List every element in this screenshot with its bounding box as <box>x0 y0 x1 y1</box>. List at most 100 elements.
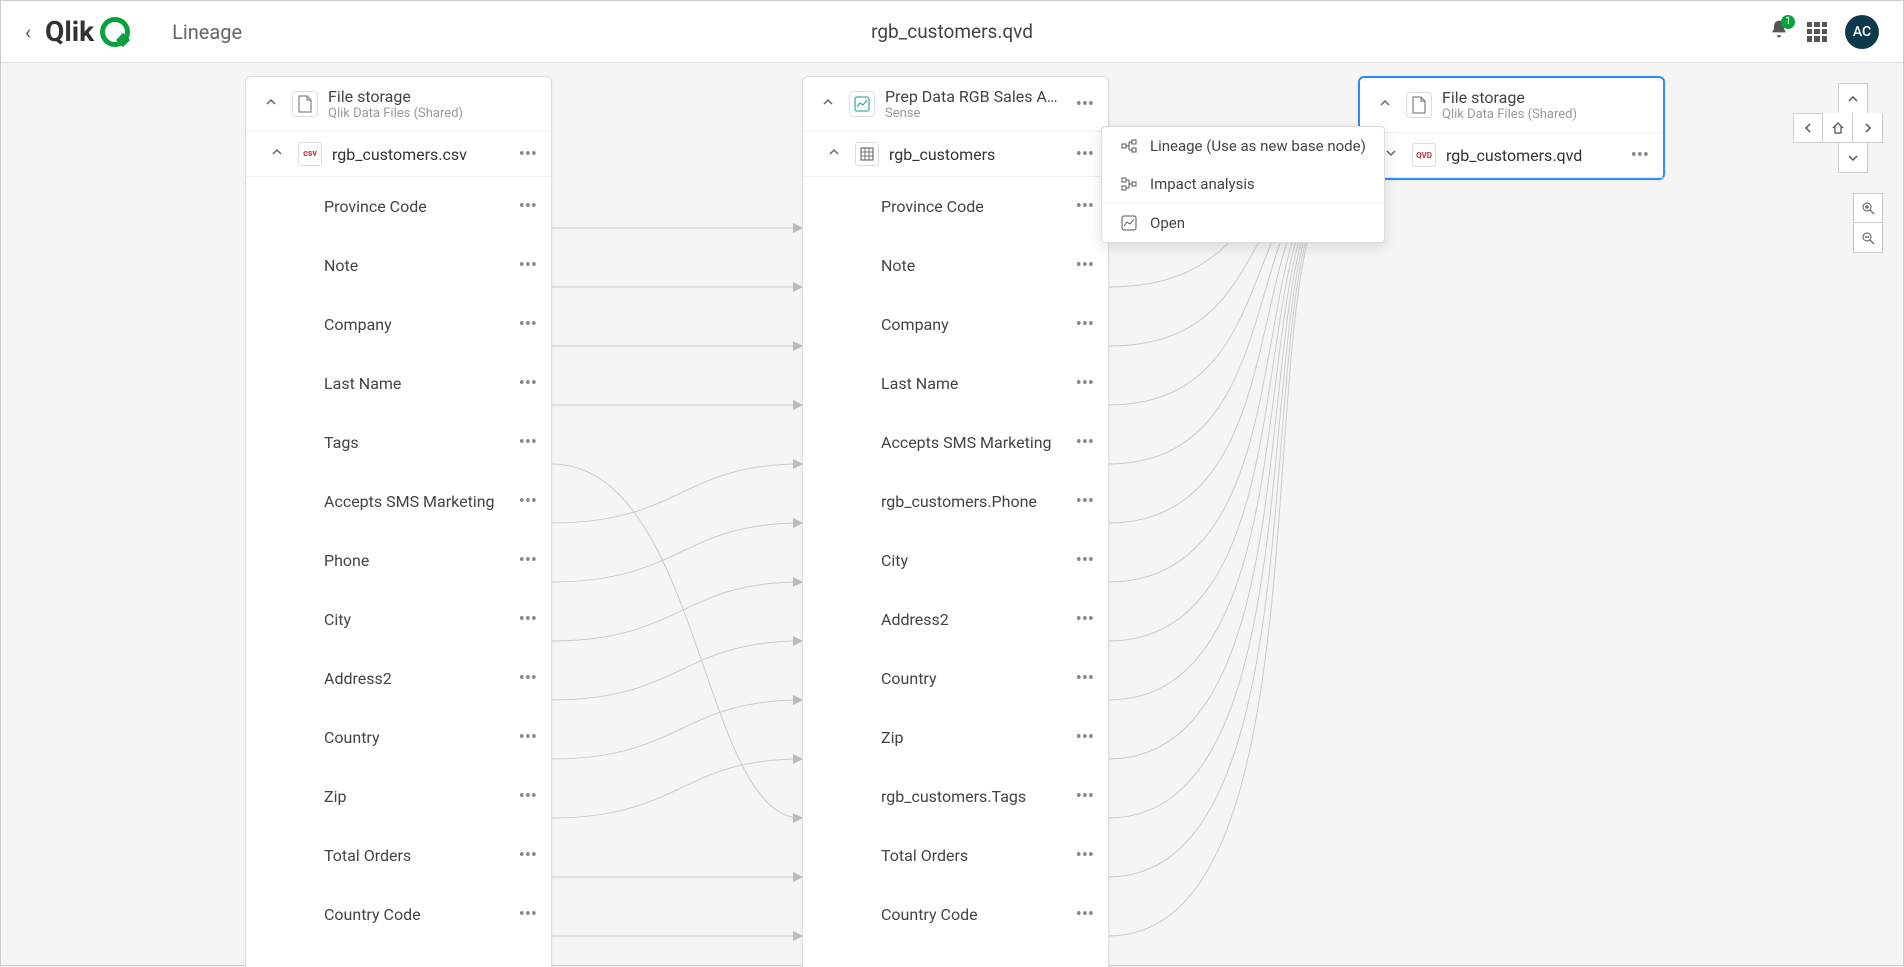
field-row[interactable]: Address2••• <box>246 649 551 708</box>
node-menu-button[interactable]: ••• <box>1076 94 1094 115</box>
field-row[interactable]: Note••• <box>803 236 1108 295</box>
row-menu-button[interactable]: ••• <box>1631 145 1649 166</box>
nav-down-button[interactable] <box>1838 143 1868 173</box>
row-menu-button[interactable]: ••• <box>519 144 537 165</box>
node-file-row[interactable]: csv rgb_customers.csv ••• <box>246 132 551 177</box>
field-label: Accepts SMS Marketing <box>817 433 1076 452</box>
field-label: Accepts SMS Marketing <box>260 492 519 511</box>
field-row[interactable]: Accepts SMS Marketing••• <box>246 472 551 531</box>
field-row[interactable]: Country Code••• <box>803 885 1108 944</box>
table-icon <box>855 142 879 166</box>
field-row[interactable]: Company••• <box>246 295 551 354</box>
collapse-toggle[interactable] <box>823 146 845 162</box>
field-label: Tags <box>260 433 519 452</box>
lineage-canvas[interactable]: File storage Qlik Data Files (Shared) cs… <box>1 63 1903 967</box>
zoom-out-button[interactable] <box>1853 223 1883 253</box>
field-label: Note <box>817 256 1076 275</box>
field-row[interactable]: Country Code••• <box>246 885 551 944</box>
field-row[interactable]: Total Orders••• <box>246 826 551 885</box>
collapse-toggle[interactable] <box>1374 97 1396 113</box>
field-menu-button[interactable]: ••• <box>1076 609 1094 630</box>
field-menu-button[interactable]: ••• <box>1076 550 1094 571</box>
field-menu-button[interactable]: ••• <box>519 668 537 689</box>
field-row[interactable]: Accepts SMS Marketing••• <box>803 413 1108 472</box>
field-row[interactable]: Country••• <box>246 708 551 767</box>
field-row[interactable]: City••• <box>246 590 551 649</box>
field-menu-button[interactable]: ••• <box>1076 845 1094 866</box>
field-row[interactable]: Zip••• <box>246 767 551 826</box>
field-row[interactable]: Phone••• <box>246 531 551 590</box>
row-menu-button[interactable]: ••• <box>1076 144 1094 165</box>
field-menu-button[interactable]: ••• <box>1076 196 1094 217</box>
node-prep-data[interactable]: Prep Data RGB Sales A… Sense ••• rgb_cus… <box>802 76 1109 967</box>
field-label: Note <box>260 256 519 275</box>
field-row[interactable]: Zip••• <box>803 708 1108 767</box>
field-menu-button[interactable]: ••• <box>1076 963 1094 967</box>
back-button[interactable]: ‹ <box>25 20 31 44</box>
field-menu-button[interactable]: ••• <box>1076 904 1094 925</box>
nav-up-button[interactable] <box>1838 83 1868 113</box>
nav-home-button[interactable] <box>1823 113 1853 143</box>
field-menu-button[interactable]: ••• <box>519 491 537 512</box>
node-file-row[interactable]: rgb_customers ••• <box>803 132 1108 177</box>
node-file-row[interactable]: QVD rgb_customers.qvd ••• <box>1360 133 1663 178</box>
field-menu-button[interactable]: ••• <box>519 432 537 453</box>
field-menu-button[interactable]: ••• <box>1076 668 1094 689</box>
node-file-storage-source[interactable]: File storage Qlik Data Files (Shared) cs… <box>245 76 552 967</box>
menu-item-impact[interactable]: Impact analysis <box>1102 165 1384 203</box>
field-row[interactable]: Last Name••• <box>246 354 551 413</box>
file-label: rgb_customers <box>889 145 1076 164</box>
field-menu-button[interactable]: ••• <box>519 550 537 571</box>
field-menu-button[interactable]: ••• <box>1076 255 1094 276</box>
zoom-in-button[interactable] <box>1853 193 1883 223</box>
field-list: Province Code•••Note•••Company•••Last Na… <box>246 177 551 967</box>
collapse-toggle[interactable] <box>817 96 839 112</box>
field-menu-button[interactable]: ••• <box>519 373 537 394</box>
field-menu-button[interactable]: ••• <box>519 904 537 925</box>
qvd-icon: QVD <box>1412 143 1436 167</box>
collapse-toggle[interactable] <box>266 146 288 162</box>
field-menu-button[interactable]: ••• <box>1076 491 1094 512</box>
user-avatar[interactable]: AC <box>1845 15 1879 49</box>
field-menu-button[interactable]: ••• <box>1076 373 1094 394</box>
menu-item-open[interactable]: Open <box>1102 203 1384 242</box>
file-icon <box>292 91 318 117</box>
field-row[interactable]: rgb_customers.Tags••• <box>803 767 1108 826</box>
page-title: rgb_customers.qvd <box>871 20 1033 43</box>
field-menu-button[interactable]: ••• <box>1076 786 1094 807</box>
field-row[interactable]: Total Orders••• <box>803 826 1108 885</box>
field-row[interactable]: Total Spent••• <box>246 944 551 967</box>
field-menu-button[interactable]: ••• <box>1076 727 1094 748</box>
field-menu-button[interactable]: ••• <box>519 963 537 967</box>
field-row[interactable]: Last Name••• <box>803 354 1108 413</box>
field-menu-button[interactable]: ••• <box>1076 432 1094 453</box>
notifications-button[interactable]: 1 <box>1769 19 1789 45</box>
field-menu-button[interactable]: ••• <box>519 196 537 217</box>
field-row[interactable]: Tags••• <box>246 413 551 472</box>
field-row[interactable]: Country••• <box>803 649 1108 708</box>
field-row[interactable]: Address2••• <box>803 590 1108 649</box>
field-row[interactable]: Total Spent••• <box>803 944 1108 967</box>
collapse-toggle[interactable] <box>260 96 282 112</box>
node-file-storage-target[interactable]: File storage Qlik Data Files (Shared) QV… <box>1358 76 1665 180</box>
nav-left-button[interactable] <box>1793 113 1823 143</box>
field-row[interactable]: Province Code••• <box>803 177 1108 236</box>
field-menu-button[interactable]: ••• <box>519 727 537 748</box>
nav-right-button[interactable] <box>1853 113 1883 143</box>
field-menu-button[interactable]: ••• <box>519 845 537 866</box>
app-launcher-button[interactable] <box>1807 22 1827 42</box>
field-row[interactable]: Company••• <box>803 295 1108 354</box>
menu-item-lineage[interactable]: Lineage (Use as new base node) <box>1102 127 1384 165</box>
field-menu-button[interactable]: ••• <box>519 609 537 630</box>
field-row[interactable]: City••• <box>803 531 1108 590</box>
nav-controls <box>1793 83 1883 173</box>
field-row[interactable]: Province Code••• <box>246 177 551 236</box>
field-menu-button[interactable]: ••• <box>519 314 537 335</box>
field-row[interactable]: rgb_customers.Phone••• <box>803 472 1108 531</box>
field-menu-button[interactable]: ••• <box>519 255 537 276</box>
field-row[interactable]: Note••• <box>246 236 551 295</box>
field-label: City <box>817 551 1076 570</box>
field-menu-button[interactable]: ••• <box>1076 314 1094 335</box>
field-menu-button[interactable]: ••• <box>519 786 537 807</box>
field-label: Address2 <box>260 669 519 688</box>
